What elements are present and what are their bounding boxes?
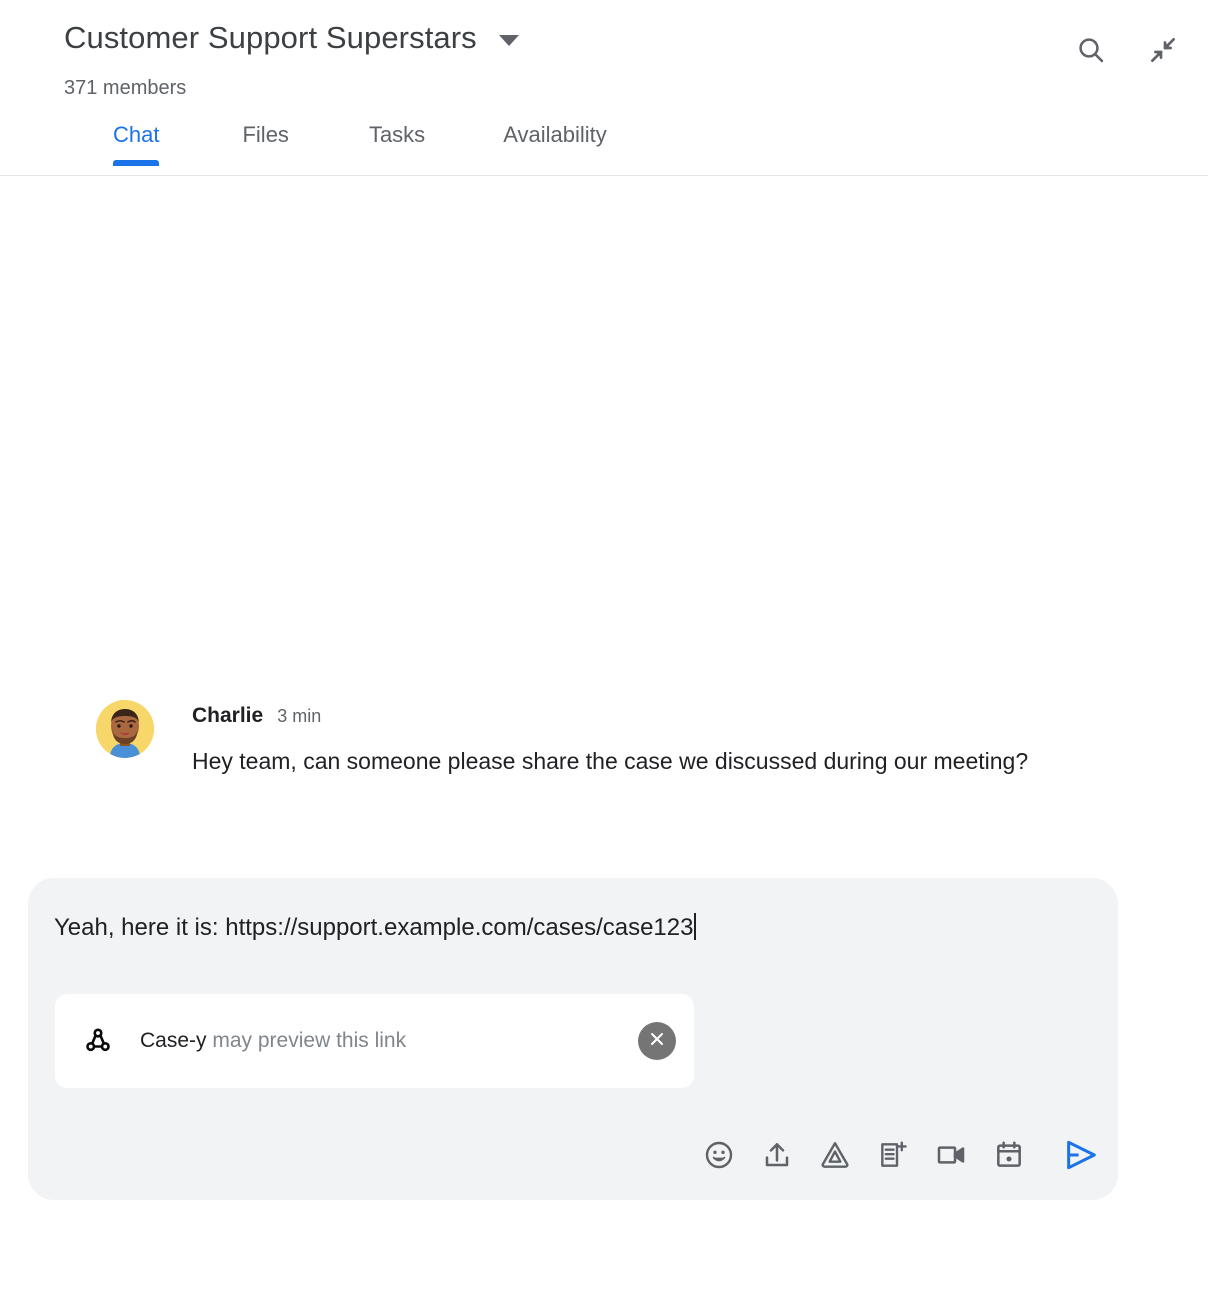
tab-chat-label: Chat bbox=[113, 122, 160, 147]
link-preview-text: Case-y may preview this link bbox=[140, 1027, 638, 1055]
message-input-value: Yeah, here it is: https://support.exampl… bbox=[54, 914, 694, 941]
new-document-icon bbox=[877, 1139, 909, 1176]
message-body: Charlie 3 min Hey team, can someone plea… bbox=[192, 700, 1106, 781]
tab-files-label: Files bbox=[242, 122, 289, 147]
upload-icon bbox=[761, 1139, 793, 1176]
room-header: Customer Support Superstars 371 members bbox=[0, 0, 1208, 176]
tab-tasks[interactable]: Tasks bbox=[369, 120, 425, 166]
upload-file-button[interactable] bbox=[748, 1128, 806, 1186]
compose-box[interactable]: Yeah, here it is: https://support.exampl… bbox=[28, 878, 1118, 1200]
send-button[interactable] bbox=[1052, 1128, 1110, 1186]
text-cursor bbox=[694, 913, 697, 940]
send-icon bbox=[1062, 1136, 1100, 1179]
calendar-icon bbox=[993, 1139, 1025, 1176]
compose-toolbar bbox=[690, 1128, 1110, 1186]
tab-availability[interactable]: Availability bbox=[503, 120, 607, 166]
avatar[interactable] bbox=[96, 700, 154, 758]
tab-files[interactable]: Files bbox=[242, 120, 288, 166]
new-document-button[interactable] bbox=[864, 1128, 922, 1186]
tab-active-indicator bbox=[113, 160, 160, 166]
video-camera-icon bbox=[935, 1139, 967, 1176]
close-icon bbox=[647, 1029, 667, 1054]
search-button[interactable] bbox=[1068, 28, 1114, 74]
member-count: 371 members bbox=[64, 77, 187, 99]
room-tabs: Chat Files Tasks Availability bbox=[0, 120, 607, 166]
page-title: Customer Support Superstars bbox=[64, 20, 477, 55]
message-timestamp: 3 min bbox=[277, 706, 322, 726]
webhook-icon bbox=[83, 1026, 113, 1056]
link-preview-chip: Case-y may preview this link bbox=[55, 994, 694, 1088]
message-author[interactable]: Charlie bbox=[192, 702, 263, 730]
link-preview-app-name: Case-y bbox=[140, 1029, 207, 1052]
calendar-button[interactable] bbox=[980, 1128, 1038, 1186]
chevron-down-icon[interactable] bbox=[498, 34, 519, 46]
video-meeting-button[interactable] bbox=[922, 1128, 980, 1186]
message-meta: Charlie 3 min bbox=[192, 702, 1106, 730]
header-actions bbox=[1068, 28, 1186, 74]
collapse-button[interactable] bbox=[1140, 28, 1186, 74]
room-title-row: Customer Support Superstars bbox=[64, 16, 519, 60]
drive-icon bbox=[819, 1139, 851, 1176]
person-avatar-icon bbox=[96, 700, 154, 758]
message-text: Hey team, can someone please share the c… bbox=[192, 748, 1029, 774]
emoji-button[interactable] bbox=[690, 1128, 748, 1186]
tab-chat[interactable]: Chat bbox=[113, 120, 160, 166]
tab-availability-label: Availability bbox=[503, 122, 607, 147]
message-input[interactable]: Yeah, here it is: https://support.exampl… bbox=[54, 910, 1092, 946]
collapse-icon bbox=[1147, 34, 1179, 69]
emoji-icon bbox=[703, 1139, 735, 1176]
close-link-preview-button[interactable] bbox=[638, 1022, 676, 1060]
tab-tasks-label: Tasks bbox=[368, 122, 426, 147]
message-item: Charlie 3 min Hey team, can someone plea… bbox=[96, 700, 1106, 781]
drive-button[interactable] bbox=[806, 1128, 864, 1186]
link-preview-hint: may preview this link bbox=[206, 1029, 407, 1052]
search-icon bbox=[1075, 34, 1107, 69]
